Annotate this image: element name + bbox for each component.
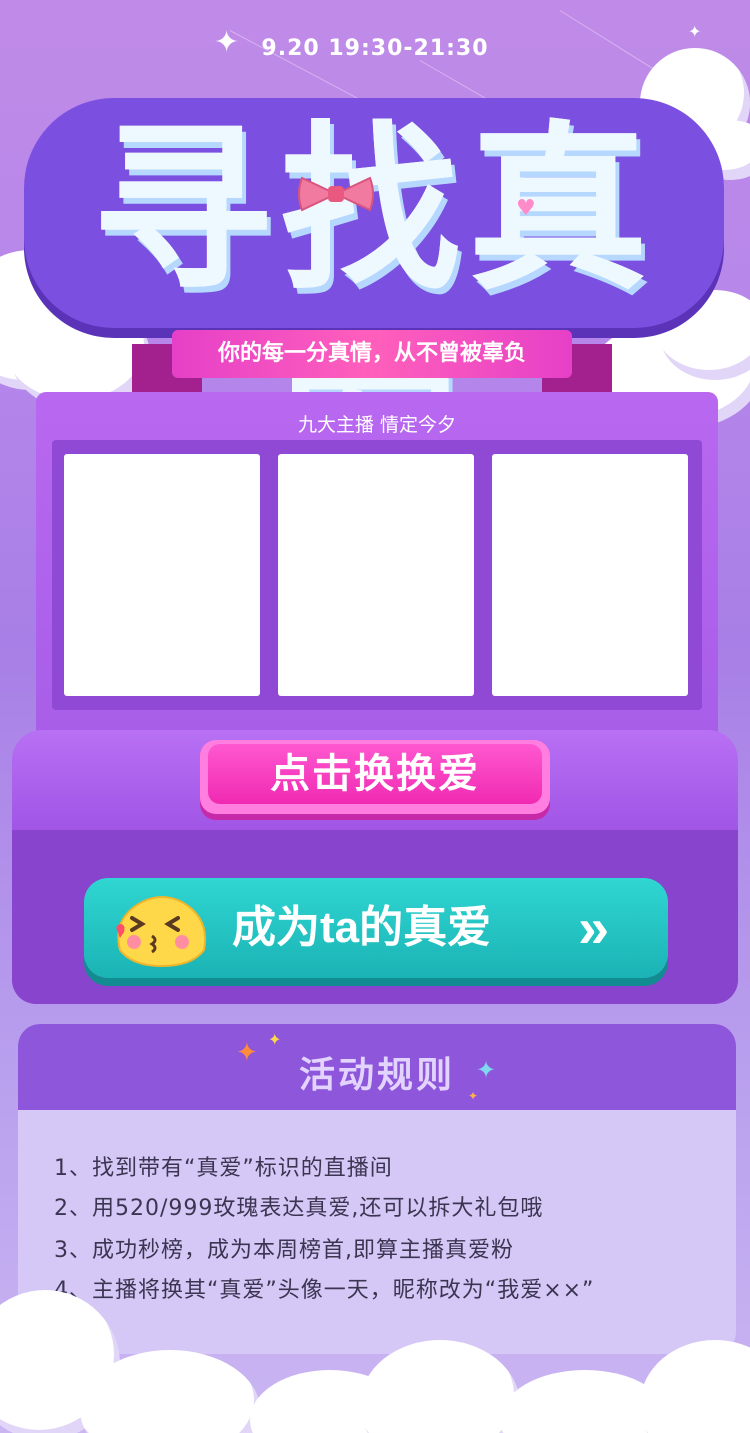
sparkle-icon: ✦ [236, 1038, 258, 1068]
subtitle-text: 你的每一分真情，从不曾被辜负 [172, 330, 572, 378]
become-true-love-label: 成为ta的真爱 [232, 903, 492, 952]
rule-item: 4、主播将换其“真爱”头像一天，昵称改为“我爱××” [54, 1278, 595, 1303]
kissing-face-icon [116, 896, 206, 968]
rules-panel: 活动规则 1、找到带有“真爱”标识的直播间 2、用520/999玫瑰表达真爱,还… [18, 1024, 736, 1354]
rules-header: 活动规则 [18, 1024, 736, 1110]
streamer-card-1[interactable] [64, 454, 260, 696]
subtitle-ribbon: 你的每一分真情，从不曾被辜负 [132, 318, 612, 402]
heart-icon: ♥ [516, 196, 536, 221]
rules-title: 活动规则 [298, 1055, 455, 1096]
swap-love-label: 点击换换爱 [208, 744, 542, 804]
streamer-card-2[interactable] [278, 454, 474, 696]
card-machine: 九大主播 情定今夕 [36, 392, 718, 737]
event-page: ✦ ✦ 9.20 19:30-21:30 寻找真爱 ♥ 你的每一分真情，从不曾被… [0, 0, 750, 1433]
bow-icon [298, 176, 374, 212]
machine-caption: 九大主播 情定今夕 [297, 414, 457, 436]
rule-item: 2、用520/999玫瑰表达真爱,还可以拆大礼包哦 [54, 1196, 544, 1221]
swap-love-button[interactable]: 点击换换爱 [200, 740, 550, 814]
card-panel [52, 440, 702, 710]
rule-item: 1、找到带有“真爱”标识的直播间 [54, 1156, 393, 1181]
double-chevron-right-icon: » [578, 896, 610, 959]
event-date-time: 9.20 19:30-21:30 [261, 36, 489, 61]
streamer-card-3[interactable] [492, 454, 688, 696]
sparkle-icon: ✦ [468, 1089, 479, 1103]
rule-item: 3、成功秒榜，成为本周榜首,即算主播真爱粉 [54, 1238, 514, 1263]
sparkle-icon: ✦ [476, 1056, 497, 1084]
sparkle-icon: ✦ [268, 1030, 282, 1049]
